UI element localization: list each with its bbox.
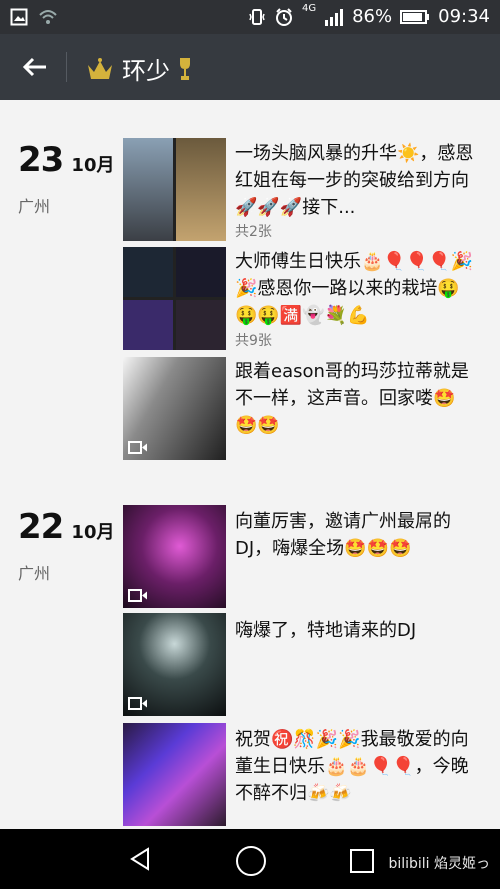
- status-bar: 4G 86% 09:34: [0, 0, 500, 34]
- page-title-text: 环少: [122, 57, 170, 85]
- wifi-icon: [39, 10, 57, 24]
- post-video-thumbnail[interactable]: [123, 357, 226, 460]
- trophy-icon: [180, 57, 190, 80]
- post-video-thumbnail[interactable]: [123, 613, 226, 716]
- arrow-left-icon[interactable]: [20, 52, 50, 82]
- city-label: 广州: [18, 197, 51, 216]
- page-title: 环少: [86, 51, 192, 86]
- image-count: 共2张: [235, 224, 272, 240]
- post-text[interactable]: 祝贺㊗️🎊🎉🎉我最敬爱的向董生日快乐🎂🎂🎈🎈，今晚不醉不归🍻🍻: [235, 726, 475, 807]
- nav-recent-apps-icon[interactable]: [350, 849, 374, 873]
- post-text[interactable]: 一场头脑风暴的升华☀️，感恩红姐在每一步的突破给到方向🚀🚀🚀接下...: [235, 140, 475, 221]
- city-label: 广州: [18, 564, 51, 583]
- video-camera-icon: [128, 697, 147, 710]
- post-thumbnail[interactable]: [123, 138, 226, 241]
- image-icon: [10, 8, 28, 26]
- crown-icon: [88, 57, 112, 79]
- watermark-text: bilibili 焰灵姬っ: [388, 856, 490, 872]
- post-text[interactable]: 向董厉害，邀请广州最屌的DJ，嗨爆全场🤩🤩🤩: [235, 508, 475, 562]
- nav-back-icon[interactable]: [126, 845, 154, 873]
- date-header-23: 23 10月: [18, 140, 114, 180]
- appbar-divider: [66, 52, 67, 82]
- post-text[interactable]: 跟着eason哥的玛莎拉蒂就是不一样，这声音。回家喽🤩🤩🤩: [235, 358, 475, 439]
- app-bar: 环少: [0, 34, 500, 100]
- date-day: 22: [18, 507, 64, 547]
- date-month: 10月: [71, 522, 115, 543]
- date-header-22: 22 10月: [18, 507, 114, 547]
- video-camera-icon: [128, 589, 147, 602]
- post-text[interactable]: 大师傅生日快乐🎂🎈🎈🎈🎉🎉感恩你一路以来的栽培🤑🤑🤑🈵👻💐💪: [235, 248, 475, 329]
- date-month: 10月: [71, 155, 115, 176]
- alarm-icon: [275, 7, 292, 26]
- image-count: 共9张: [235, 333, 272, 349]
- network-type-label: 4G: [301, 3, 317, 14]
- timeline[interactable]: 23 10月 广州 一场头脑风暴的升华☀️，感恩红姐在每一步的突破给到方向🚀🚀🚀…: [0, 100, 500, 829]
- battery-icon: [400, 9, 430, 24]
- post-video-thumbnail[interactable]: [123, 505, 226, 608]
- date-day: 23: [18, 140, 64, 180]
- video-camera-icon: [128, 441, 147, 454]
- vibrate-icon: [249, 8, 265, 25]
- signal-icon: [325, 8, 344, 26]
- post-video-thumbnail[interactable]: [123, 723, 226, 826]
- battery-percent: 86%: [352, 6, 393, 27]
- status-right: 4G 86% 09:34: [248, 3, 490, 27]
- post-text[interactable]: 嗨爆了，特地请来的DJ: [235, 617, 475, 644]
- nav-home-icon[interactable]: [236, 846, 266, 876]
- clock-time: 09:34: [438, 6, 490, 27]
- status-left: [10, 8, 58, 26]
- system-navigation-bar: bilibili 焰灵姬っ: [0, 829, 500, 889]
- post-thumbnail[interactable]: [123, 247, 226, 350]
